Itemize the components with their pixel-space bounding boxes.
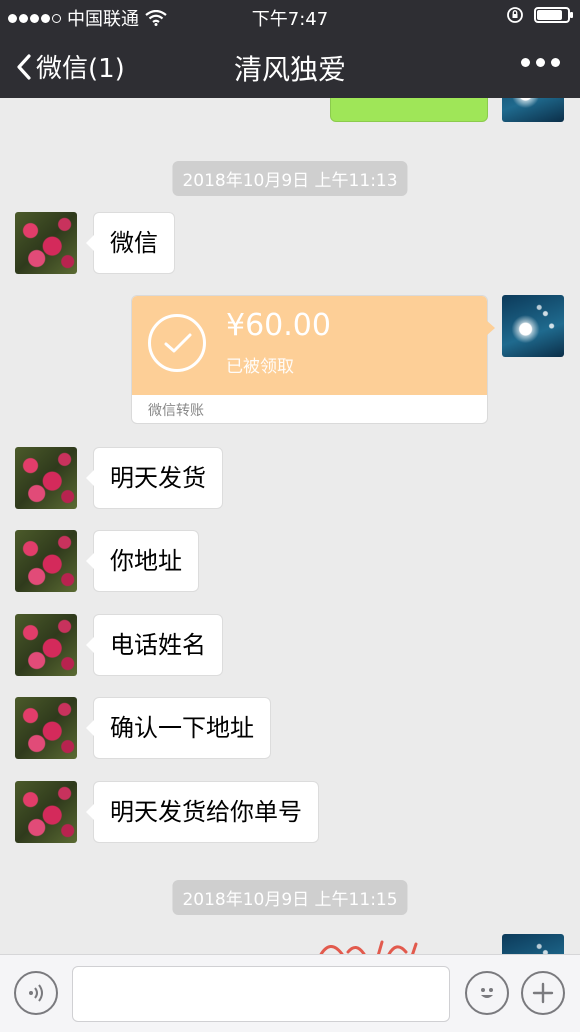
received-message-bubble[interactable]: 微信 <box>86 212 175 274</box>
contact-avatar[interactable] <box>15 530 77 592</box>
status-bar: 中国联通 下午7:47 <box>0 0 580 32</box>
received-message-bubble[interactable]: 电话姓名 <box>86 614 223 676</box>
top-bar: 中国联通 下午7:47 微信(1) 清风独爱 <box>0 0 580 98</box>
transfer-bubble-tail <box>486 320 495 336</box>
timestamp: 2018年10月9日 上午11:15 <box>172 880 408 915</box>
emoji-icon <box>481 988 493 998</box>
voice-icon <box>29 984 43 1002</box>
transfer-label: 微信转账 <box>148 403 204 419</box>
transfer-status: 已被领取 <box>226 357 294 377</box>
battery-icon <box>534 7 573 23</box>
partial-image-message[interactable] <box>316 934 436 954</box>
received-message-bubble[interactable]: 你地址 <box>86 530 199 592</box>
status-time: 下午7:47 <box>251 9 329 30</box>
chat-area[interactable]: 2018年10月9日 上午11:13 微信 ¥60.00 已被领取 微信转账 明… <box>0 98 580 954</box>
own-avatar[interactable] <box>502 98 564 122</box>
emoji-button[interactable] <box>465 971 509 1015</box>
received-message-bubble[interactable]: 明天发货 <box>86 447 223 509</box>
transfer-amount: ¥60.00 <box>226 308 331 343</box>
contact-avatar[interactable] <box>15 447 77 509</box>
received-message-bubble[interactable]: 明天发货给你单号 <box>86 781 319 843</box>
wechat-chat-screen: 中国联通 下午7:47 微信(1) 清风独爱 2018年10月9日 上午11:1… <box>0 0 580 1032</box>
more-functions-button[interactable] <box>521 971 565 1015</box>
contact-avatar[interactable] <box>15 781 77 843</box>
timestamp: 2018年10月9日 上午11:13 <box>172 161 408 196</box>
message-input[interactable] <box>72 966 450 1022</box>
more-options-button[interactable] <box>521 58 560 67</box>
input-bar <box>0 954 580 1032</box>
contact-avatar[interactable] <box>15 697 77 759</box>
transfer-card-header: ¥60.00 已被领取 <box>132 296 487 395</box>
own-avatar[interactable] <box>502 934 564 954</box>
status-right <box>506 6 573 24</box>
own-avatar[interactable] <box>502 295 564 357</box>
voice-button[interactable] <box>14 971 58 1015</box>
chat-title: 清风独爱 <box>233 53 346 86</box>
sent-message-bubble-partial[interactable] <box>330 98 488 122</box>
check-circle-icon <box>148 314 206 372</box>
rotation-lock-icon <box>507 7 523 23</box>
contact-avatar[interactable] <box>15 212 77 274</box>
nav-bar: 微信(1) 清风独爱 <box>0 36 580 96</box>
contact-avatar[interactable] <box>15 614 77 676</box>
transfer-card[interactable]: ¥60.00 已被领取 微信转账 <box>131 295 488 424</box>
received-message-bubble[interactable]: 确认一下地址 <box>86 697 271 759</box>
plus-icon <box>532 982 554 1004</box>
